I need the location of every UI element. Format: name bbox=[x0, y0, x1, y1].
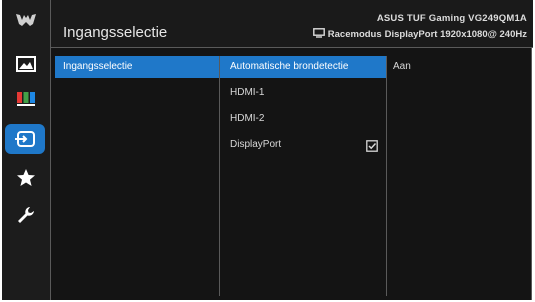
osd-menu: Ingangsselectie ASUS TUF Gaming VG249QM1… bbox=[2, 0, 533, 300]
status-line: Racemodus DisplayPort 1920x1080@ 240Hz bbox=[312, 28, 527, 41]
wrench-icon[interactable] bbox=[8, 202, 44, 228]
star-icon[interactable] bbox=[8, 165, 44, 191]
model-name: ASUS TUF Gaming VG249QM1A bbox=[376, 13, 527, 24]
monitor-icon bbox=[312, 28, 325, 41]
menu-item-auto-source[interactable]: Automatische brondetectie bbox=[220, 56, 386, 78]
header: Ingangsselectie ASUS TUF Gaming VG249QM1… bbox=[51, 0, 533, 48]
menu-level1: Ingangsselectie bbox=[55, 56, 219, 296]
image-icon[interactable] bbox=[8, 51, 44, 77]
option-aan[interactable]: Aan bbox=[385, 56, 529, 78]
page-title: Ingangsselectie bbox=[63, 24, 168, 41]
menu-level2: Automatische brondetectie HDMI-1 HDMI-2 … bbox=[219, 56, 387, 296]
tuf-logo-icon bbox=[8, 7, 44, 33]
displayport-label: DisplayPort bbox=[230, 139, 282, 150]
main-panel: Ingangsselectie ASUS TUF Gaming VG249QM1… bbox=[50, 0, 533, 300]
color-icon[interactable] bbox=[8, 86, 44, 112]
menu-content: Ingangsselectie Automatische brondetecti… bbox=[51, 56, 533, 300]
input-select-icon[interactable] bbox=[5, 124, 45, 154]
menu-item-displayport[interactable]: DisplayPort bbox=[220, 134, 386, 156]
menu-item-hdmi-2[interactable]: HDMI-2 bbox=[220, 108, 386, 130]
signal-info: DisplayPort 1920x1080@ 240Hz bbox=[384, 29, 527, 40]
checkbox-checked-icon bbox=[366, 139, 378, 152]
menu-level3: Aan bbox=[385, 56, 529, 296]
sidebar bbox=[2, 0, 50, 300]
menu-item-hdmi-1[interactable]: HDMI-1 bbox=[220, 82, 386, 104]
menu-item-ingangsselectie[interactable]: Ingangsselectie bbox=[55, 56, 219, 78]
game-mode: Racemodus bbox=[327, 29, 382, 40]
